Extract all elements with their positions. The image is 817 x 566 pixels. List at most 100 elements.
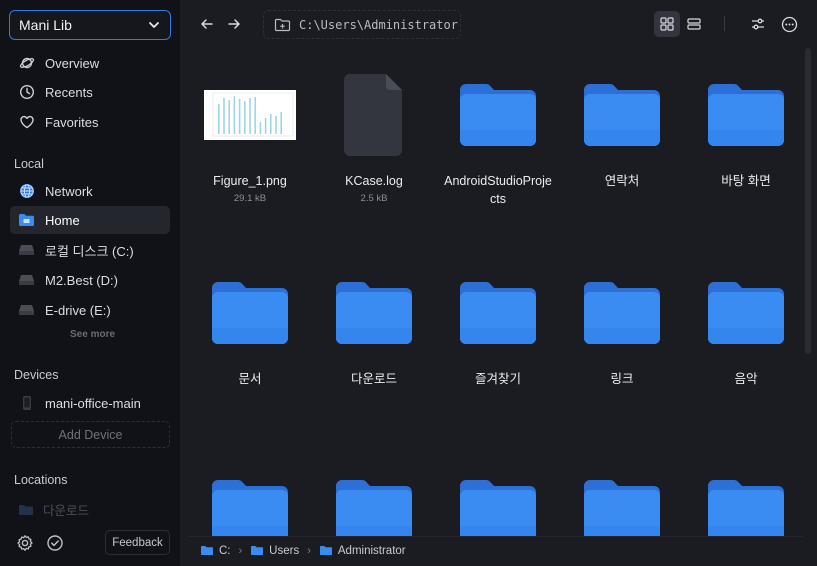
sidebar-item-home[interactable]: Home (10, 206, 170, 234)
folder-item[interactable]: 링크 (560, 268, 684, 388)
breadcrumb-item[interactable]: Users (250, 545, 299, 557)
sidebar-item-device[interactable]: mani-office-main (10, 389, 170, 417)
document-icon (344, 74, 402, 156)
thumbnail (436, 268, 560, 358)
folder-icon (584, 480, 660, 542)
thumbnail (188, 70, 312, 160)
file-name: 링크 (610, 372, 634, 386)
folder-item[interactable]: AndroidStudioProjects (436, 70, 560, 208)
clock-icon (18, 84, 35, 101)
image-thumbnail (204, 90, 296, 140)
sidebar-item-label: Recents (45, 84, 93, 100)
path-bar[interactable]: C:\Users\Administrator (263, 10, 461, 39)
sidebar-item-network[interactable]: Network (10, 177, 170, 205)
toolbar-divider (724, 16, 725, 31)
breadcrumb-item[interactable]: Administrator (319, 545, 406, 557)
see-more-link[interactable]: See more (70, 329, 115, 340)
library-name: Mani Lib (19, 17, 72, 33)
add-device-button[interactable]: Add Device (11, 421, 170, 448)
folder-icon (251, 546, 264, 555)
folder-icon (336, 282, 412, 344)
sidebar-item-label: M2.Best (D:) (45, 272, 118, 288)
thumbnail (684, 70, 808, 160)
chevron-right-icon: › (238, 544, 243, 557)
file-name: 문서 (238, 372, 262, 386)
settings-sliders-button[interactable] (747, 13, 769, 35)
arrow-right-icon (228, 19, 240, 29)
folder-icon (584, 84, 660, 146)
file-name: Figure_1.png (213, 174, 287, 188)
folder-icon (460, 282, 536, 344)
phone-icon (18, 395, 35, 412)
sidebar-item-label: 다운로드 (43, 504, 90, 518)
grid-icon (660, 17, 674, 31)
new-folder-icon (274, 18, 291, 31)
list-view-button[interactable] (681, 11, 707, 37)
gear-icon[interactable] (16, 534, 34, 552)
back-button[interactable] (196, 13, 218, 35)
folder-icon (19, 504, 33, 515)
sidebar-item-label: Network (45, 183, 93, 199)
sidebar-item-drive-e[interactable]: E-drive (E:) (10, 296, 170, 324)
folder-item[interactable]: 바탕 화면 (684, 70, 808, 190)
folder-icon (336, 480, 412, 542)
sidebar-item-drive-c[interactable]: 로컬 디스크 (C:) (10, 236, 170, 264)
thumbnail (188, 268, 312, 358)
check-circle-icon[interactable] (46, 534, 64, 552)
sidebar-item-location[interactable]: 다운로드 (18, 500, 89, 519)
folder-icon (708, 282, 784, 344)
rows-icon (687, 18, 701, 30)
breadcrumb-label: Administrator (337, 544, 406, 557)
section-title-local: Local (14, 157, 44, 171)
grid-view-button[interactable] (654, 11, 680, 37)
home-folder-icon (18, 212, 35, 229)
sidebar-item-overview[interactable]: Overview (10, 49, 170, 77)
file-item[interactable]: Figure_1.png 29.1 kB (188, 70, 312, 204)
folder-item[interactable]: 음악 (684, 268, 808, 388)
feedback-button[interactable]: Feedback (105, 530, 170, 555)
thumbnail (560, 268, 684, 358)
thumbnail (560, 70, 684, 160)
thumbnail (684, 268, 808, 358)
sidebar-item-drive-d[interactable]: M2.Best (D:) (10, 266, 170, 294)
breadcrumb-label: C: (219, 544, 231, 557)
folder-icon (708, 480, 784, 542)
folder-item[interactable]: 문서 (188, 268, 312, 388)
folder-icon (319, 546, 332, 555)
sidebar-item-favorites[interactable]: Favorites (10, 108, 170, 136)
folder-icon (584, 282, 660, 344)
sidebar-item-recents[interactable]: Recents (10, 78, 170, 106)
folder-item[interactable]: 즐겨찾기 (436, 268, 560, 388)
sidebar-item-label: E-drive (E:) (45, 302, 111, 318)
sidebar-item-label: Overview (45, 55, 100, 71)
file-size: 2.5 kB (360, 193, 388, 204)
file-name: KCase.log (345, 174, 403, 188)
thumbnail (312, 70, 436, 160)
file-item[interactable]: KCase.log 2.5 kB (312, 70, 436, 204)
drive-icon (18, 242, 35, 259)
file-name: 연락처 (604, 174, 640, 188)
sidebar-item-label: Favorites (45, 114, 99, 130)
folder-item[interactable]: 연락처 (560, 70, 684, 190)
file-name: 다운로드 (350, 372, 397, 386)
planet-icon (18, 55, 35, 72)
folder-icon (212, 480, 288, 542)
globe-icon (18, 183, 35, 200)
path-text: C:\Users\Administrator (299, 17, 458, 32)
section-title-devices: Devices (14, 368, 59, 382)
forward-button[interactable] (223, 13, 245, 35)
folder-icon (460, 84, 536, 146)
library-selector[interactable]: Mani Lib (9, 10, 171, 40)
file-name: 음악 (734, 372, 758, 386)
breadcrumb-label: Users (269, 544, 300, 557)
folder-item[interactable]: 다운로드 (312, 268, 436, 388)
more-horizontal-icon (781, 16, 797, 32)
sidebar-item-label: mani-office-main (45, 395, 141, 411)
breadcrumb: C: › Users › Administrator (188, 536, 803, 564)
sliders-icon (752, 18, 764, 30)
breadcrumb-item[interactable]: C: (200, 545, 231, 557)
chevron-right-icon: › (307, 544, 311, 557)
more-options-button[interactable] (778, 13, 800, 35)
folder-icon (460, 480, 536, 542)
folder-icon (212, 282, 288, 344)
